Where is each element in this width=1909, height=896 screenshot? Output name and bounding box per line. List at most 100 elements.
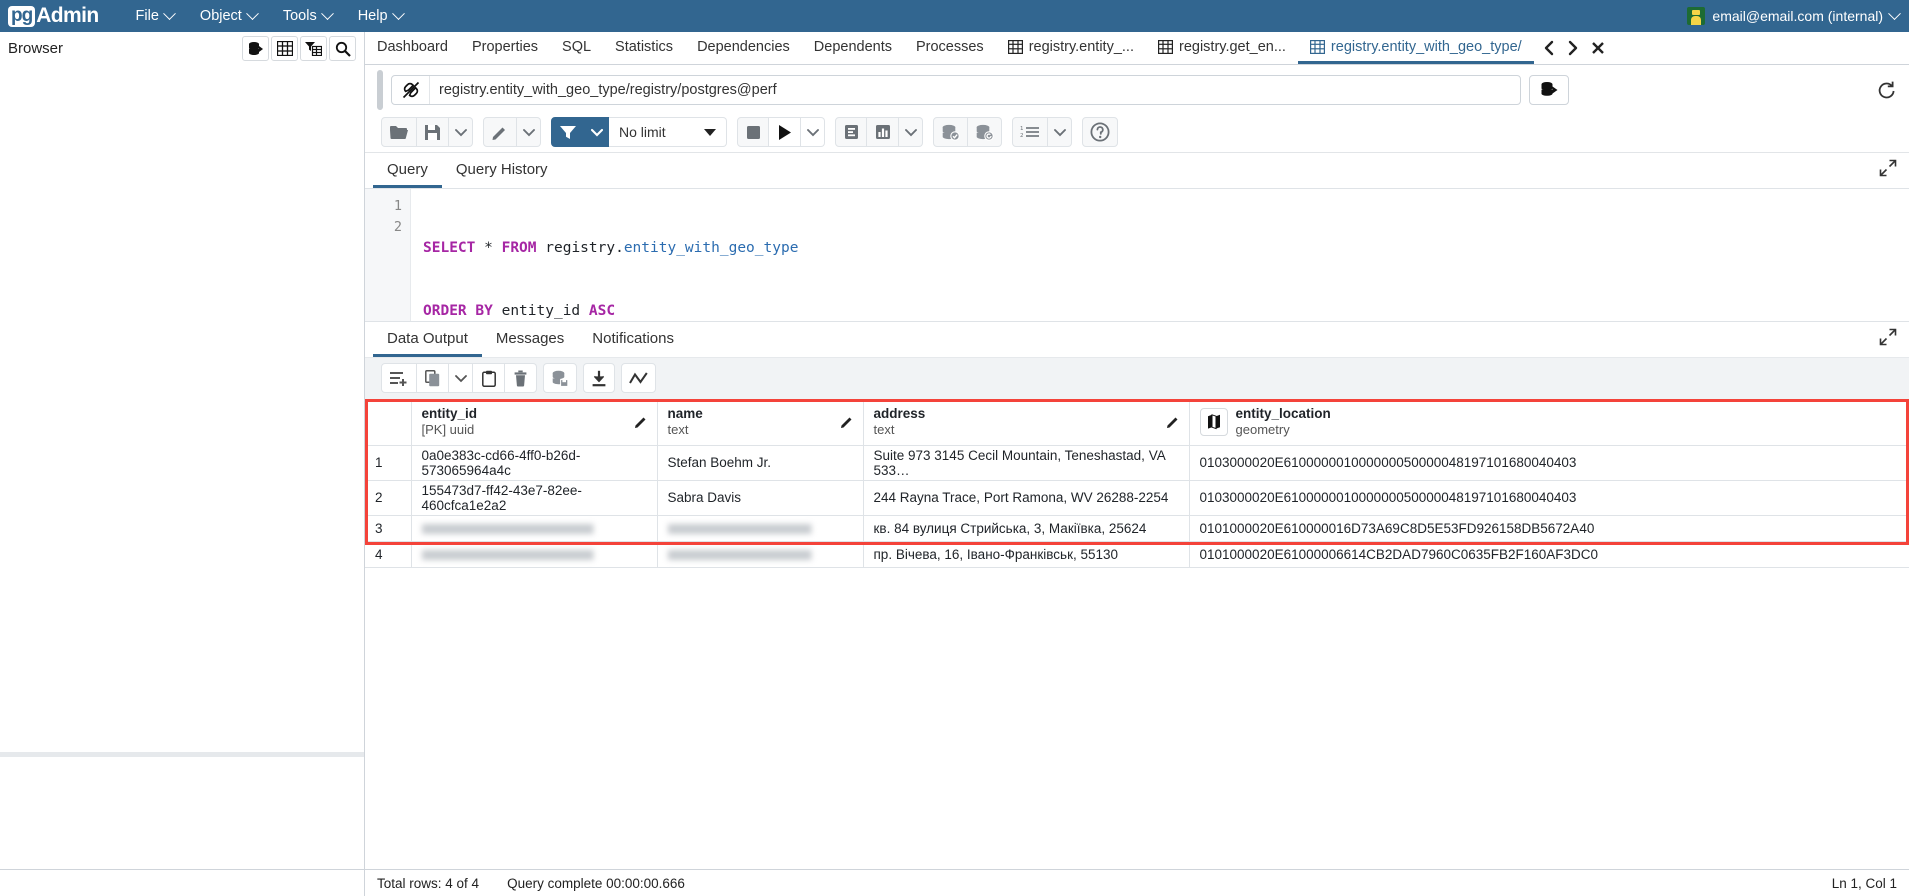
table-row[interactable]: 2 155473d7-ff42-43e7-82ee-460cfca1e2a2 S…	[365, 480, 1909, 516]
execute-button[interactable]	[769, 117, 801, 147]
cell-address[interactable]: 244 Rayna Trace, Port Ramona, WV 26288-2…	[863, 480, 1190, 516]
filter-button[interactable]	[551, 117, 585, 147]
add-server-icon[interactable]	[242, 36, 269, 61]
tab-query-registry-get-en[interactable]: registry.get_en...	[1146, 32, 1298, 64]
row-group	[381, 363, 537, 393]
tab-processes[interactable]: Processes	[904, 32, 996, 64]
row-limit-select[interactable]: No limit	[609, 117, 727, 147]
user-menu[interactable]: email@email.com (internal)	[1687, 0, 1901, 32]
menu-tools[interactable]: Tools	[270, 4, 345, 28]
expand-icon[interactable]	[1879, 159, 1897, 177]
sql-editor[interactable]: 1 2 SELECT * FROM registry.entity_with_g…	[365, 189, 1909, 321]
tab-notifications[interactable]: Notifications	[578, 322, 688, 357]
cell-name[interactable]: Stefan Boehm Jr.	[657, 445, 864, 481]
cell-name[interactable]	[657, 541, 864, 568]
filter-caret[interactable]	[585, 117, 609, 147]
cell-entity-id[interactable]: 155473d7-ff42-43e7-82ee-460cfca1e2a2	[411, 480, 658, 516]
cell-entity-id[interactable]: 0a0e383c-cd66-4ff0-b26d-573065964a4c	[411, 445, 658, 481]
column-header-name[interactable]: name text	[657, 399, 864, 446]
copy-button[interactable]	[417, 363, 449, 393]
data-grid[interactable]: entity_id [PK] uuid name text address te…	[365, 399, 1909, 568]
cell-name[interactable]	[657, 515, 864, 542]
cell-address[interactable]: пр. Вічева, 16, Івано-Франківськ, 55130	[863, 541, 1190, 568]
grid-icon	[1157, 39, 1173, 54]
tab-sql[interactable]: SQL	[550, 32, 603, 64]
connection-string-field[interactable]: registry.entity_with_geo_type/registry/p…	[391, 75, 1521, 105]
column-type: geometry	[1235, 421, 1290, 437]
execute-caret[interactable]	[801, 117, 825, 147]
tab-label: Processes	[915, 38, 984, 55]
table-row[interactable]: 3 кв. 84 вулиця Стрийська, 3, Макіївка, …	[365, 515, 1909, 542]
query-complete-label: Query complete 00:00:00.666	[507, 875, 685, 891]
browser-tree[interactable]	[0, 65, 364, 872]
connect-database-icon[interactable]	[1529, 75, 1569, 105]
editor-vertical-scrollbar[interactable]	[377, 70, 383, 110]
save-data-changes-button[interactable]	[543, 363, 577, 393]
explain-analyze-button[interactable]	[867, 117, 899, 147]
column-header-address[interactable]: address text	[863, 399, 1190, 446]
commit-button[interactable]	[933, 117, 968, 147]
macros-caret[interactable]	[1048, 117, 1072, 147]
cell-entity-location[interactable]: 0101000020E610000016D73A69C8D5E53FD92615…	[1189, 515, 1909, 542]
column-header-entity-location[interactable]: entity_location geometry	[1189, 399, 1909, 446]
reset-layout-icon[interactable]	[1869, 75, 1903, 105]
open-file-button[interactable]	[381, 117, 417, 147]
cell-entity-id[interactable]	[411, 541, 658, 568]
tab-messages[interactable]: Messages	[482, 322, 578, 357]
menu-file[interactable]: File	[123, 4, 187, 28]
explain-caret[interactable]	[899, 117, 923, 147]
close-icon[interactable]	[1590, 40, 1606, 56]
pencil-icon[interactable]	[840, 414, 855, 429]
menu-help[interactable]: Help	[345, 4, 416, 28]
tab-statistics[interactable]: Statistics	[603, 32, 685, 64]
table-row[interactable]: 1 0a0e383c-cd66-4ff0-b26d-573065964a4c S…	[365, 445, 1909, 481]
search-icon[interactable]	[329, 36, 356, 61]
delete-row-button[interactable]	[505, 363, 537, 393]
edit-caret[interactable]	[517, 117, 541, 147]
tab-dashboard[interactable]: Dashboard	[365, 32, 460, 64]
save-file-button[interactable]	[417, 117, 449, 147]
stop-button[interactable]	[737, 117, 769, 147]
add-row-button[interactable]	[381, 363, 417, 393]
graph-visualiser-button[interactable]	[621, 363, 656, 393]
tab-query-history[interactable]: Query History	[442, 153, 562, 188]
chevron-right-icon[interactable]	[1566, 40, 1580, 56]
table-icon[interactable]	[271, 36, 298, 61]
download-csv-button[interactable]	[583, 363, 615, 393]
editor-code-area[interactable]: SELECT * FROM registry.entity_with_geo_t…	[411, 189, 1909, 321]
explain-button[interactable]	[835, 117, 867, 147]
cell-entity-location[interactable]: 0103000020E61000000100000005000004819710…	[1189, 480, 1909, 516]
column-header-entity-id[interactable]: entity_id [PK] uuid	[411, 399, 658, 446]
cell-entity-location[interactable]: 0103000020E61000000100000005000004819710…	[1189, 445, 1909, 481]
tab-query[interactable]: Query	[373, 153, 442, 188]
edit-button[interactable]	[483, 117, 517, 147]
macros-button[interactable]: 12	[1012, 117, 1048, 147]
browser-tree-selected-row[interactable]	[0, 752, 364, 757]
tab-query-registry-entity[interactable]: registry.entity_...	[996, 32, 1146, 64]
help-button[interactable]	[1082, 117, 1118, 147]
table-row[interactable]: 4 пр. Вічева, 16, Івано-Франківськ, 5513…	[365, 541, 1909, 568]
pencil-icon[interactable]	[1166, 414, 1181, 429]
cell-address[interactable]: кв. 84 вулиця Стрийська, 3, Макіївка, 25…	[863, 515, 1190, 542]
cell-name[interactable]: Sabra Davis	[657, 480, 864, 516]
save-file-caret[interactable]	[449, 117, 473, 147]
tab-data-output[interactable]: Data Output	[373, 322, 482, 357]
browser-tree-pane[interactable]	[0, 65, 365, 896]
map-icon[interactable]	[1199, 407, 1228, 436]
data-grid-container[interactable]: entity_id [PK] uuid name text address te…	[365, 399, 1909, 883]
tab-dependents[interactable]: Dependents	[802, 32, 904, 64]
expand-icon[interactable]	[1879, 328, 1897, 346]
filter-table-icon[interactable]	[300, 36, 327, 61]
rollback-button[interactable]	[968, 117, 1002, 147]
cell-address[interactable]: Suite 973 3145 Cecil Mountain, Teneshast…	[863, 445, 1190, 481]
tab-query-registry-entity-with-geo-type[interactable]: registry.entity_with_geo_type/	[1297, 32, 1534, 64]
paste-button[interactable]	[473, 363, 505, 393]
copy-caret[interactable]	[449, 363, 473, 393]
tab-dependencies[interactable]: Dependencies	[685, 32, 802, 64]
cell-entity-location[interactable]: 0101000020E61000006614CB2DAD7960C0635FB2…	[1189, 541, 1909, 568]
chevron-left-icon[interactable]	[1542, 40, 1556, 56]
cell-entity-id[interactable]	[411, 515, 658, 542]
tab-properties[interactable]: Properties	[460, 32, 550, 64]
pencil-icon[interactable]	[634, 414, 649, 429]
menu-object[interactable]: Object	[187, 4, 270, 28]
